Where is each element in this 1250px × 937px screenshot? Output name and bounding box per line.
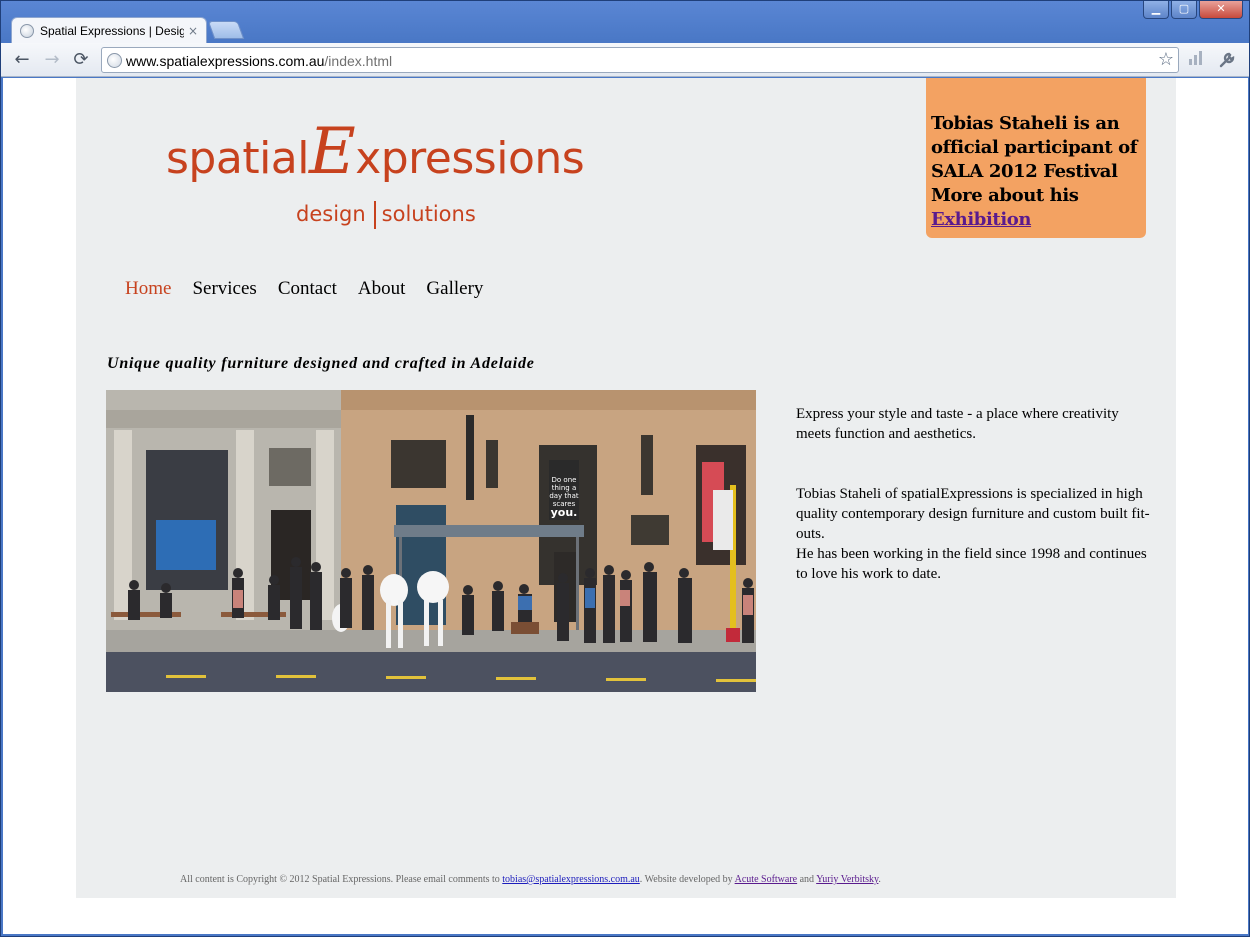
intro-text: Express your style and taste - a place w…: [796, 404, 1151, 584]
tab-close-icon[interactable]: ×: [188, 24, 198, 38]
page-viewport: spatialExpressions design solutions Tobia…: [3, 78, 1248, 934]
footer-email-link[interactable]: tobias@spatialexpressions.com.au: [502, 874, 640, 885]
url-host: www.spatialexpressions.com.au: [126, 53, 325, 69]
page-footer: All content is Copyright © 2012 Spatial …: [180, 874, 881, 885]
footer-acute-link[interactable]: Acute Software: [735, 874, 797, 885]
site-logo[interactable]: spatialExpressions design solutions: [166, 120, 586, 233]
hero-poster-text: Do one thing a day that scares you.: [549, 476, 579, 519]
browser-toolbar: ← → ⟳ www.spatialexpressions.com.au/inde…: [1, 43, 1249, 77]
footer-copyright: All content is Copyright © 2012 Spatial …: [180, 874, 503, 885]
hero-image: Do one thing a day that scares you.: [106, 390, 756, 692]
globe-icon: [107, 53, 122, 68]
promo-line1: Tobias Staheli is an official participan…: [931, 113, 1138, 182]
page-container: spatialExpressions design solutions Tobia…: [76, 78, 1176, 898]
forward-arrow-icon[interactable]: →: [41, 49, 63, 71]
exhibition-link[interactable]: Exhibition: [931, 209, 1031, 230]
promo-line2: More about his Exhibition: [931, 184, 1140, 232]
nav-about[interactable]: About: [358, 278, 406, 300]
logo-sub2: solutions: [381, 202, 476, 226]
browser-window: ▁ ▢ ✕ Spatial Expressions | Design F × ←…: [0, 0, 1250, 937]
page-tagline: Unique quality furniture designed and cr…: [107, 355, 535, 372]
intro-paragraph-2: Tobias Staheli of spatialExpressions is …: [796, 486, 1150, 542]
footer-dev-text: . Website developed by: [639, 874, 735, 885]
intro-paragraph-1: Express your style and taste - a place w…: [796, 406, 1119, 442]
main-nav: Home Services Contact About Gallery: [125, 278, 504, 300]
footer-yuriy-link[interactable]: Yuriy Verbitsky: [816, 874, 878, 885]
nav-gallery[interactable]: Gallery: [426, 278, 483, 300]
page-favicon-icon: [20, 23, 34, 38]
tab-strip: Spatial Expressions | Design F ×: [1, 15, 1249, 43]
nav-home[interactable]: Home: [125, 278, 171, 300]
nav-services[interactable]: Services: [192, 278, 256, 300]
sala-promo-box: Tobias Staheli is an official participan…: [926, 78, 1146, 238]
reload-icon[interactable]: ⟳: [70, 49, 92, 71]
address-bar[interactable]: www.spatialexpressions.com.au/index.html…: [101, 47, 1179, 73]
logo-part1: spatial: [166, 133, 309, 184]
logo-subtitle: design solutions: [296, 201, 476, 229]
url-path: /index.html: [324, 53, 393, 69]
wrench-icon[interactable]: [1217, 51, 1237, 69]
browser-tab[interactable]: Spatial Expressions | Design F ×: [11, 17, 207, 43]
address-url[interactable]: www.spatialexpressions.com.au/index.html: [126, 53, 392, 69]
hero-illustration: Do one thing a day that scares you.: [106, 390, 756, 692]
tab-title: Spatial Expressions | Design F: [40, 23, 184, 38]
logo-wordmark: spatialExpressions: [166, 120, 585, 184]
footer-end: .: [878, 874, 881, 885]
logo-part2: E: [308, 115, 356, 189]
logo-part3: xpressions: [355, 133, 585, 184]
page-stats-icon[interactable]: [1189, 51, 1209, 69]
promo-line2-prefix: More about his: [931, 185, 1079, 206]
new-tab-button[interactable]: [207, 21, 245, 39]
nav-contact[interactable]: Contact: [278, 278, 337, 300]
logo-sub1: design: [296, 202, 366, 226]
back-arrow-icon[interactable]: ←: [11, 49, 33, 71]
logo-separator: [373, 201, 376, 229]
bookmark-star-icon[interactable]: ☆: [1158, 49, 1174, 70]
footer-and: and: [797, 874, 817, 885]
intro-paragraph-3: He has been working in the field since 1…: [796, 546, 1147, 582]
